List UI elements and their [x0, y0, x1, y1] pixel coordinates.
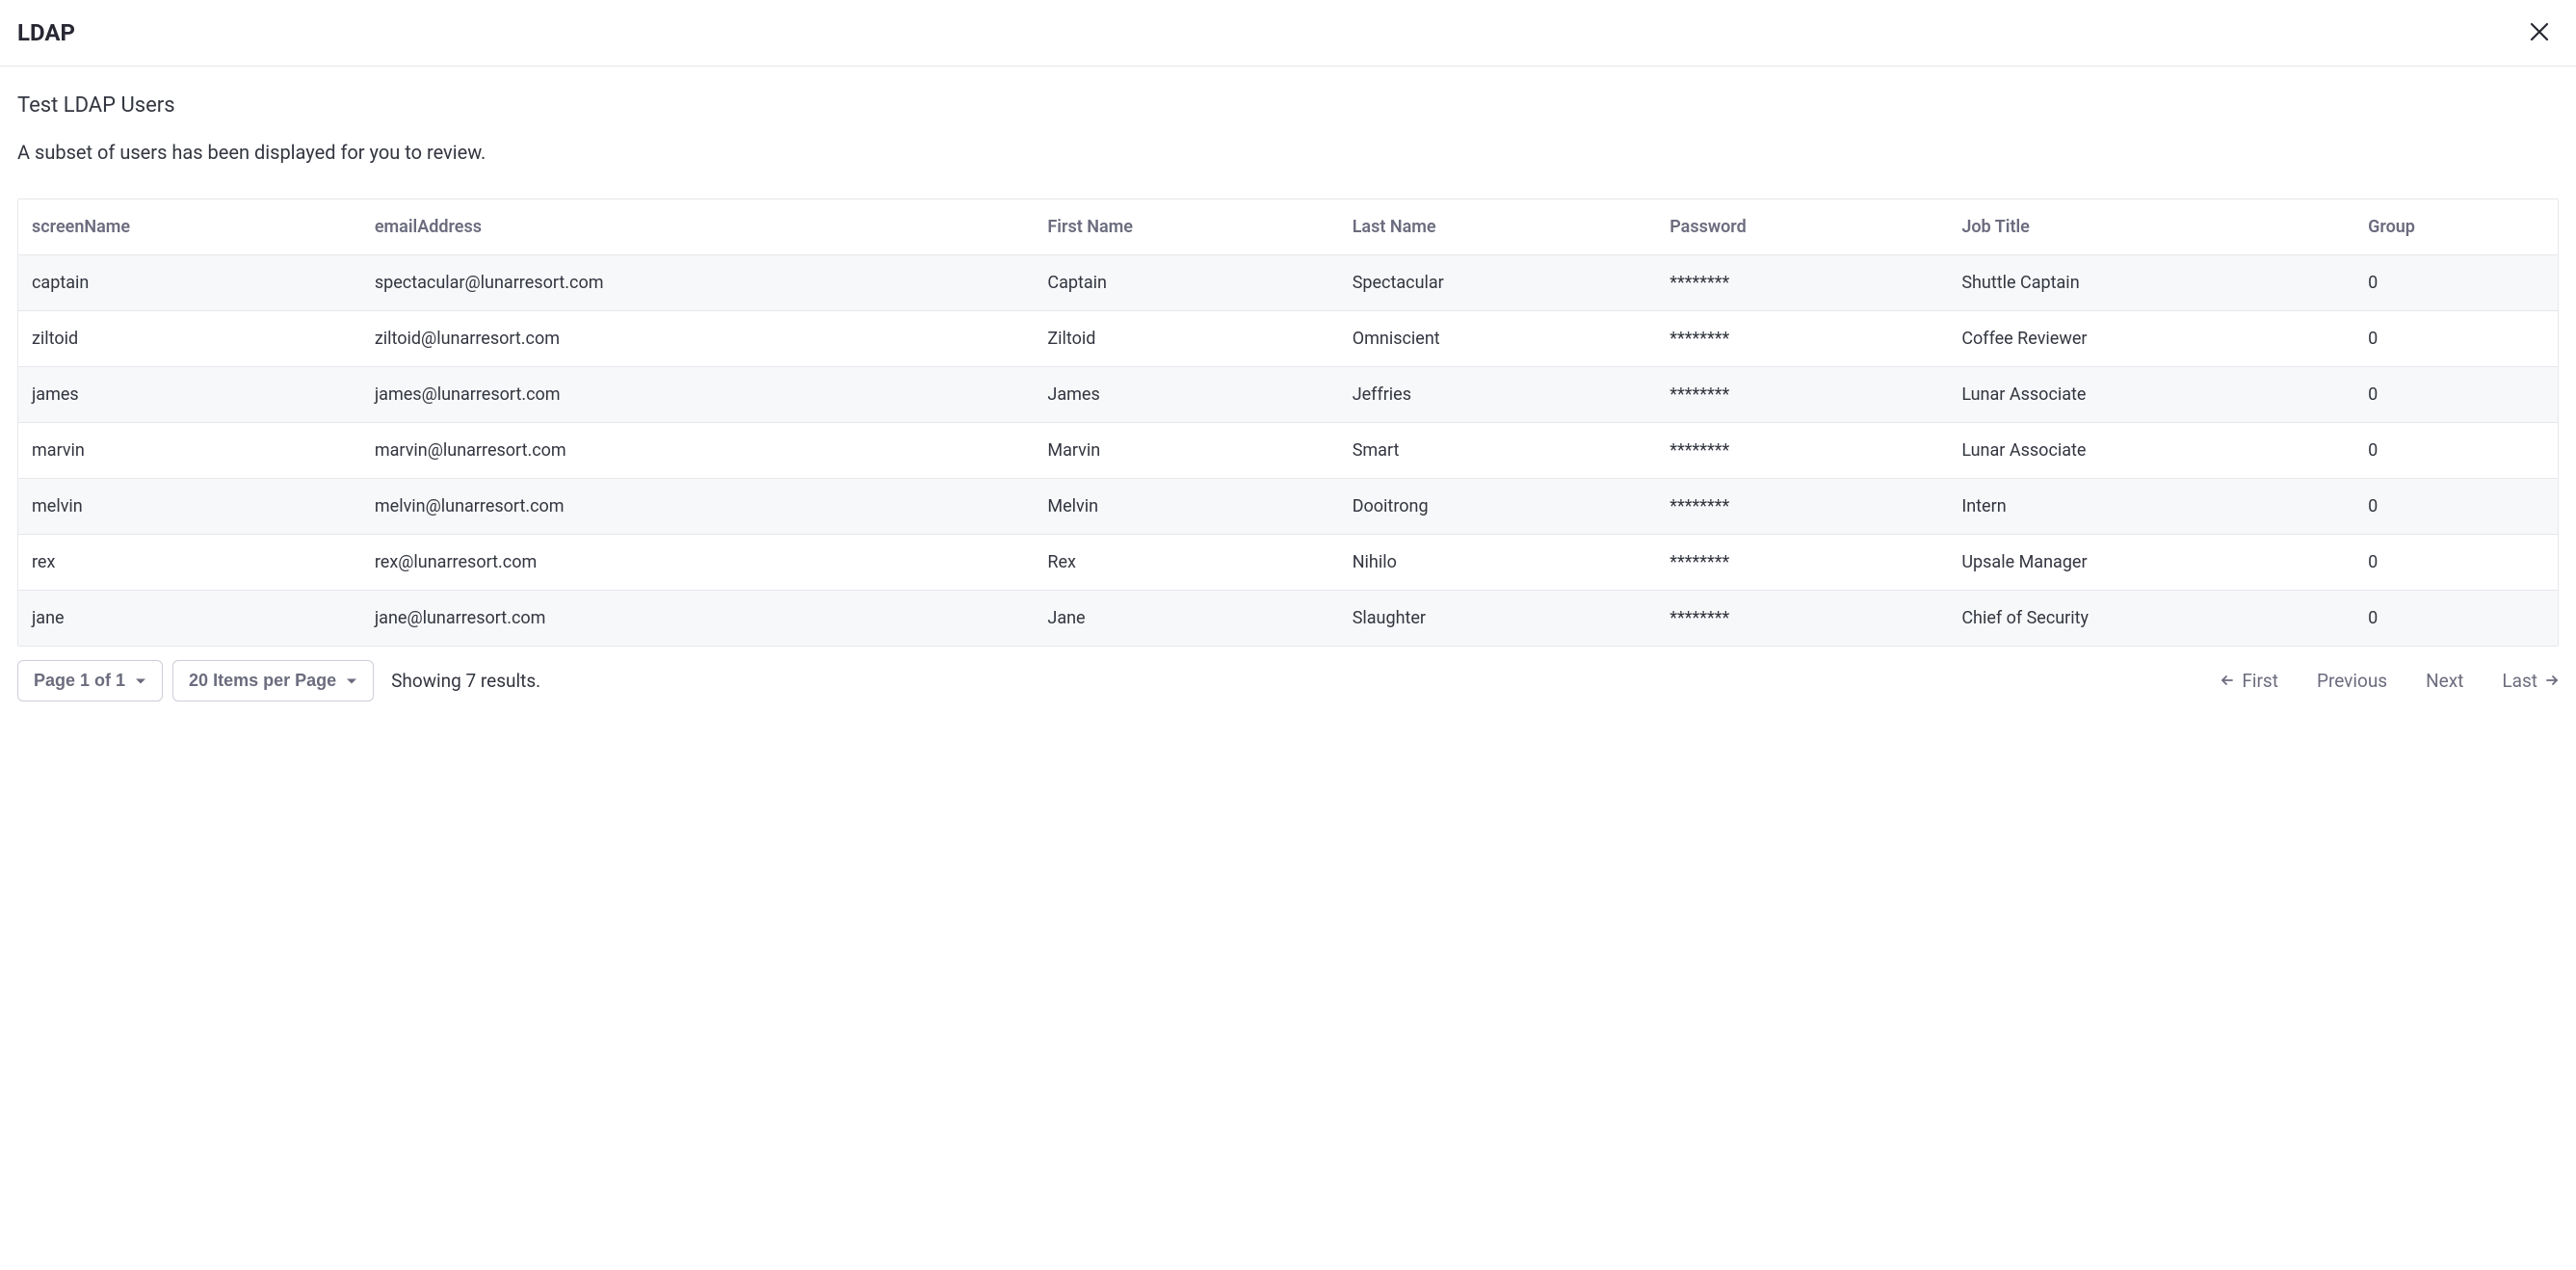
- table-row: captainspectacular@lunarresort.comCaptai…: [18, 255, 2558, 311]
- col-header-lastname[interactable]: Last Name: [1339, 199, 1657, 255]
- cell-firstname: Marvin: [1034, 423, 1338, 479]
- cell-jobtitle: Shuttle Captain: [1948, 255, 2354, 311]
- cell-firstname: Jane: [1034, 591, 1338, 647]
- users-table-container: screenName emailAddress First Name Last …: [17, 198, 2559, 647]
- cell-jobtitle: Intern: [1948, 479, 2354, 535]
- table-row: marvinmarvin@lunarresort.comMarvinSmart*…: [18, 423, 2558, 479]
- close-icon: [2528, 20, 2551, 46]
- cell-lastname: Nihilo: [1339, 535, 1657, 591]
- cell-emailaddress: jane@lunarresort.com: [361, 591, 1035, 647]
- col-header-jobtitle[interactable]: Job Title: [1948, 199, 2354, 255]
- table-header-row: screenName emailAddress First Name Last …: [18, 199, 2558, 255]
- cell-firstname: James: [1034, 367, 1338, 423]
- col-header-screenname[interactable]: screenName: [18, 199, 361, 255]
- cell-password: ********: [1656, 311, 1948, 367]
- next-page-link[interactable]: Next: [2426, 670, 2463, 692]
- cell-emailaddress: james@lunarresort.com: [361, 367, 1035, 423]
- cell-group: 0: [2354, 311, 2558, 367]
- table-row: jamesjames@lunarresort.comJamesJeffries*…: [18, 367, 2558, 423]
- users-table: screenName emailAddress First Name Last …: [18, 199, 2558, 647]
- cell-password: ********: [1656, 479, 1948, 535]
- page-select-label: Page 1 of 1: [34, 671, 125, 691]
- cell-group: 0: [2354, 367, 2558, 423]
- items-per-page-dropdown[interactable]: 20 Items per Page: [172, 660, 374, 701]
- cell-emailaddress: melvin@lunarresort.com: [361, 479, 1035, 535]
- pagination-right-group: First Previous Next Last: [2221, 670, 2559, 692]
- cell-screenname: jane: [18, 591, 361, 647]
- cell-screenname: ziltoid: [18, 311, 361, 367]
- col-header-password[interactable]: Password: [1656, 199, 1948, 255]
- cell-password: ********: [1656, 535, 1948, 591]
- modal-header: LDAP: [0, 0, 2576, 66]
- last-page-label: Last: [2502, 670, 2537, 692]
- table-row: rexrex@lunarresort.comRexNihilo********U…: [18, 535, 2558, 591]
- cell-emailaddress: rex@lunarresort.com: [361, 535, 1035, 591]
- last-page-link[interactable]: Last: [2502, 670, 2559, 692]
- previous-page-link[interactable]: Previous: [2317, 670, 2387, 692]
- cell-screenname: melvin: [18, 479, 361, 535]
- pagination-left-group: Page 1 of 1 20 Items per Page Showing 7 …: [17, 660, 540, 701]
- cell-jobtitle: Coffee Reviewer: [1948, 311, 2354, 367]
- cell-lastname: Smart: [1339, 423, 1657, 479]
- page-select-dropdown[interactable]: Page 1 of 1: [17, 660, 163, 701]
- caret-down-icon: [135, 675, 146, 687]
- cell-password: ********: [1656, 591, 1948, 647]
- cell-lastname: Jeffries: [1339, 367, 1657, 423]
- col-header-firstname[interactable]: First Name: [1034, 199, 1338, 255]
- cell-password: ********: [1656, 255, 1948, 311]
- cell-screenname: rex: [18, 535, 361, 591]
- table-row: janejane@lunarresort.comJaneSlaughter***…: [18, 591, 2558, 647]
- cell-lastname: Omniscient: [1339, 311, 1657, 367]
- col-header-group[interactable]: Group: [2354, 199, 2558, 255]
- previous-page-label: Previous: [2317, 670, 2387, 692]
- cell-emailaddress: spectacular@lunarresort.com: [361, 255, 1035, 311]
- section-subtitle: Test LDAP Users: [17, 93, 2559, 118]
- cell-firstname: Captain: [1034, 255, 1338, 311]
- cell-password: ********: [1656, 423, 1948, 479]
- cell-firstname: Ziltoid: [1034, 311, 1338, 367]
- cell-emailaddress: ziltoid@lunarresort.com: [361, 311, 1035, 367]
- cell-group: 0: [2354, 591, 2558, 647]
- pagination-bar: Page 1 of 1 20 Items per Page Showing 7 …: [0, 647, 2576, 719]
- cell-jobtitle: Lunar Associate: [1948, 423, 2354, 479]
- cell-jobtitle: Chief of Security: [1948, 591, 2354, 647]
- arrow-right-icon: [2545, 670, 2559, 692]
- next-page-label: Next: [2426, 670, 2463, 692]
- cell-emailaddress: marvin@lunarresort.com: [361, 423, 1035, 479]
- cell-screenname: captain: [18, 255, 361, 311]
- col-header-emailaddress[interactable]: emailAddress: [361, 199, 1035, 255]
- cell-password: ********: [1656, 367, 1948, 423]
- cell-group: 0: [2354, 479, 2558, 535]
- cell-firstname: Rex: [1034, 535, 1338, 591]
- cell-screenname: marvin: [18, 423, 361, 479]
- cell-lastname: Spectacular: [1339, 255, 1657, 311]
- first-page-link[interactable]: First: [2221, 670, 2278, 692]
- cell-jobtitle: Upsale Manager: [1948, 535, 2354, 591]
- arrow-left-icon: [2221, 670, 2234, 692]
- table-row: ziltoidziltoid@lunarresort.comZiltoidOmn…: [18, 311, 2558, 367]
- caret-down-icon: [346, 675, 357, 687]
- cell-group: 0: [2354, 535, 2558, 591]
- items-per-page-label: 20 Items per Page: [189, 671, 336, 691]
- section-description: A subset of users has been displayed for…: [17, 141, 2559, 164]
- cell-group: 0: [2354, 423, 2558, 479]
- cell-screenname: james: [18, 367, 361, 423]
- cell-lastname: Slaughter: [1339, 591, 1657, 647]
- first-page-label: First: [2242, 670, 2278, 692]
- cell-lastname: Dooitrong: [1339, 479, 1657, 535]
- modal-title: LDAP: [17, 19, 75, 46]
- table-row: melvinmelvin@lunarresort.comMelvinDooitr…: [18, 479, 2558, 535]
- content-area: Test LDAP Users A subset of users has be…: [0, 66, 2576, 647]
- cell-firstname: Melvin: [1034, 479, 1338, 535]
- cell-jobtitle: Lunar Associate: [1948, 367, 2354, 423]
- results-count-text: Showing 7 results.: [391, 670, 540, 692]
- close-button[interactable]: [2524, 17, 2555, 48]
- cell-group: 0: [2354, 255, 2558, 311]
